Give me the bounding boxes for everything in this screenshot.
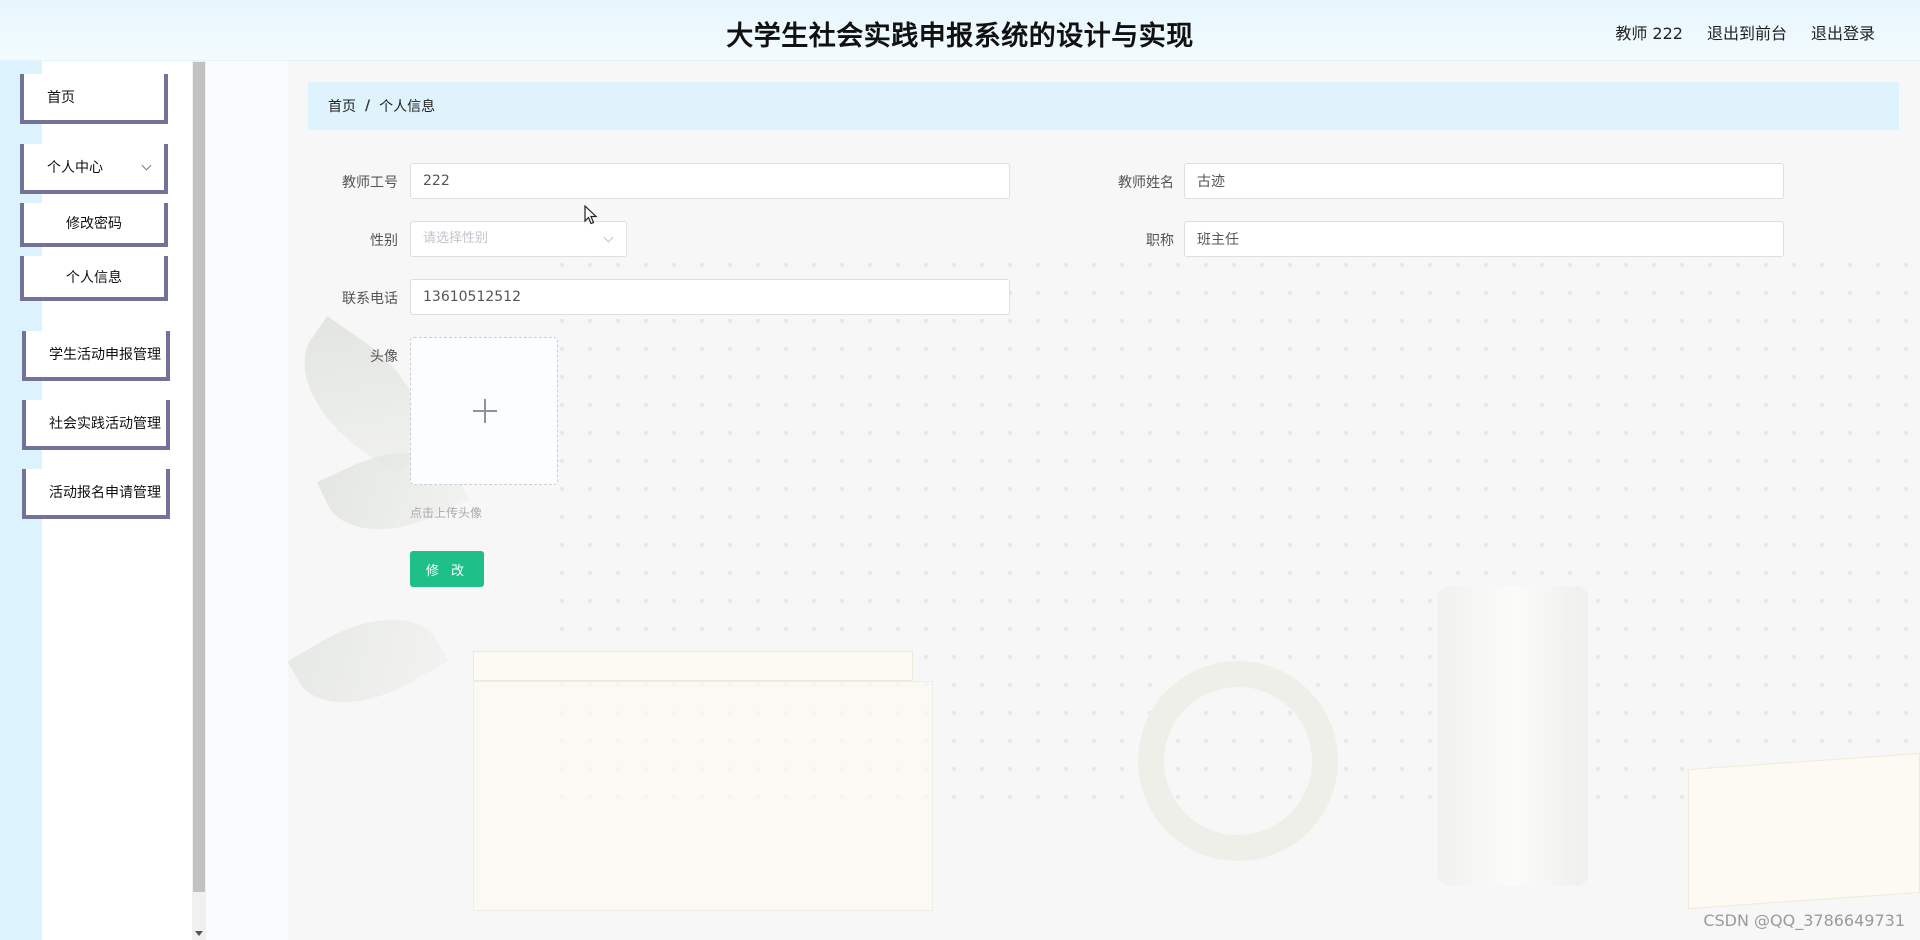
cylinder-decor: [1438, 586, 1588, 886]
sidebar-scrollbar[interactable]: [192, 61, 206, 940]
watermark: CSDN @QQ_3786649731: [1703, 911, 1905, 930]
mouse-cursor-icon: [584, 205, 598, 225]
sidebar-item-label: 学生活动申报管理: [49, 347, 161, 363]
plus-icon: [484, 399, 486, 423]
sidebar: 首页 个人中心 修改密码 个人信息 学生活动申报管理 社会实践活动管理 活动报名…: [20, 61, 192, 940]
block-decor: [1688, 752, 1920, 910]
sidebar-item-label: 修改密码: [66, 216, 122, 232]
sidebar-item-personal-center[interactable]: 个人中心: [20, 144, 168, 194]
breadcrumb-current: 个人信息: [379, 99, 436, 115]
sidebar-item-label: 活动报名申请管理: [49, 485, 161, 501]
teacher-name-label: 教师姓名: [1118, 175, 1174, 191]
sidebar-item-label: 个人中心: [47, 160, 103, 176]
scrollbar-thumb[interactable]: [193, 62, 205, 892]
current-user-label: 教师 222: [1615, 24, 1683, 43]
breadcrumb-home[interactable]: 首页: [328, 96, 356, 116]
avatar-uploader[interactable]: [410, 337, 558, 485]
phone-input[interactable]: [410, 279, 1010, 315]
teacher-id-label: 教师工号: [342, 175, 398, 191]
sidebar-item-social-practice-mgmt[interactable]: 社会实践活动管理: [22, 400, 170, 450]
chevron-down-icon: [141, 160, 152, 171]
leaf-decor-icon: [288, 591, 449, 731]
shelf-decor: [473, 651, 913, 681]
sidebar-item-label: 社会实践活动管理: [49, 416, 161, 432]
teacher-id-input[interactable]: [410, 163, 1010, 199]
gender-select-placeholder: 请选择性别: [423, 231, 489, 246]
logout-link[interactable]: 退出登录: [1811, 20, 1875, 44]
exit-to-frontend-link[interactable]: 退出到前台: [1707, 20, 1787, 44]
sidebar-item-label: 首页: [47, 90, 75, 106]
sidebar-item-signup-application-mgmt[interactable]: 活动报名申请管理: [22, 469, 170, 519]
main-content: 首页 / 个人信息 教师工号 教师姓名 性别 请选择性别 职称 联系电话 头像 …: [288, 61, 1920, 940]
box-decor: [473, 681, 933, 911]
phone-label: 联系电话: [342, 291, 398, 307]
teacher-name-input[interactable]: [1184, 163, 1784, 199]
breadcrumb: 首页 / 个人信息: [308, 82, 1899, 130]
gender-label: 性别: [370, 233, 398, 249]
sidebar-item-change-password[interactable]: 修改密码: [20, 203, 168, 247]
chevron-down-icon: [603, 232, 614, 243]
breadcrumb-separator: /: [365, 98, 371, 114]
sidebar-item-student-activity-mgmt[interactable]: 学生活动申报管理: [22, 331, 170, 381]
gender-select[interactable]: 请选择性别: [410, 221, 627, 257]
sidebar-item-personal-info[interactable]: 个人信息: [20, 256, 168, 301]
job-title-label: 职称: [1146, 233, 1174, 249]
sidebar-item-label: 个人信息: [66, 269, 122, 286]
user-area: 教师 222 退出到前台 退出登录: [1615, 20, 1875, 44]
gutter: [206, 61, 288, 940]
upload-tip: 点击上传头像: [410, 506, 483, 520]
avatar-label: 头像: [370, 349, 398, 365]
job-title-input[interactable]: [1184, 221, 1784, 257]
ring-decor: [1138, 661, 1338, 861]
scroll-down-arrow-icon[interactable]: [195, 931, 203, 936]
sidebar-item-home[interactable]: 首页: [20, 74, 168, 124]
top-header: 大学生社会实践申报系统的设计与实现 教师 222 退出到前台 退出登录: [0, 0, 1920, 61]
update-button[interactable]: 修 改: [410, 551, 484, 587]
